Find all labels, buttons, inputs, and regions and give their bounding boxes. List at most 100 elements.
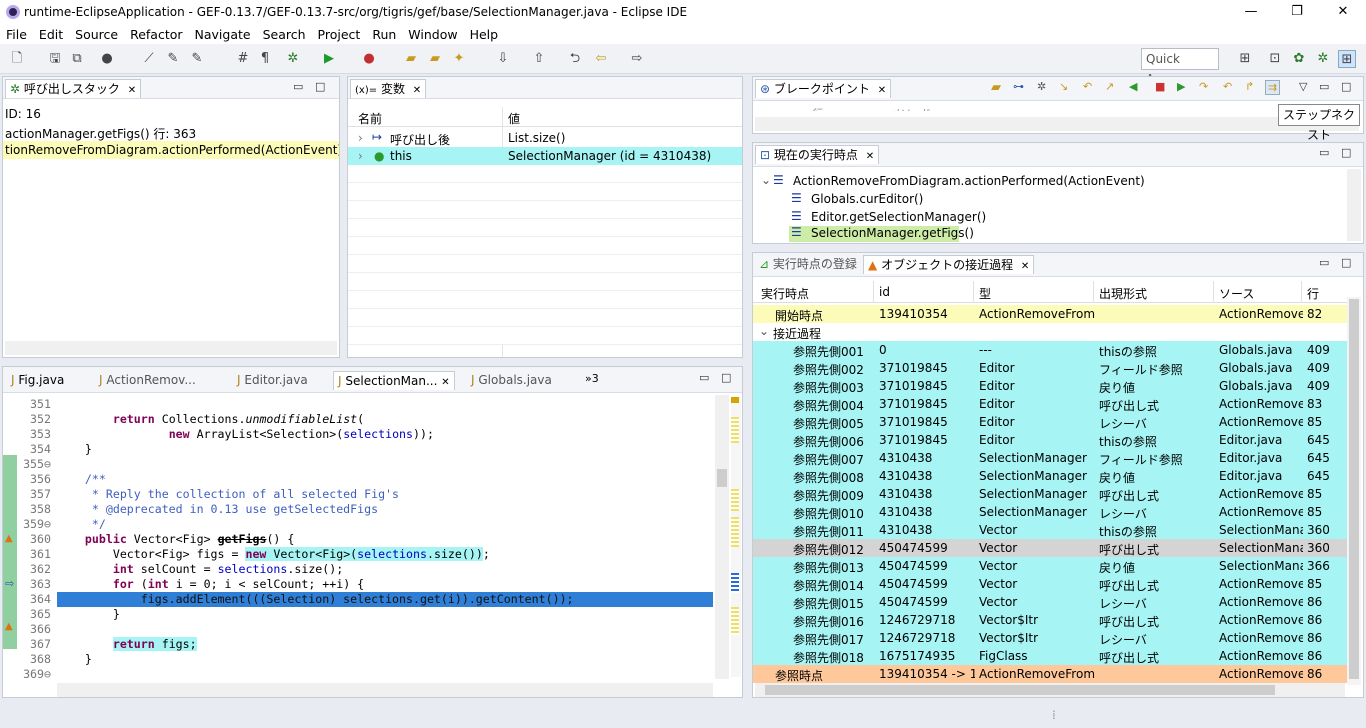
tab-breakpoints[interactable]: ⊛ ブレークポイント ✕ xyxy=(755,79,892,98)
menu-source[interactable]: Source xyxy=(69,27,124,42)
close-icon[interactable]: ✕ xyxy=(128,85,136,96)
column-header-line[interactable]: 行 xyxy=(813,105,823,111)
menu-refactor[interactable]: Refactor xyxy=(124,27,188,42)
forward-icon[interactable]: ⇨ xyxy=(628,50,646,68)
chevron-down-icon[interactable]: ⌄ xyxy=(759,324,769,338)
menu-edit[interactable]: Edit xyxy=(33,27,69,42)
menu-navigate[interactable]: Navigate xyxy=(189,27,257,42)
external-tools-icon[interactable]: ● xyxy=(360,50,378,68)
table-row[interactable]: 参照先側0114310438Vectorthisの参照SelectionMana… xyxy=(753,521,1349,539)
view-menu-icon[interactable]: ▽ xyxy=(1299,80,1307,93)
tree-item-selected[interactable]: ☰ SelectionManager.getFigs() xyxy=(789,225,974,242)
table-row[interactable]: 参照先側012450474599Vector呼び出し式SelectionMana… xyxy=(753,539,1349,557)
column-header[interactable]: ソース xyxy=(1219,285,1303,302)
open-folder-icon[interactable]: ▰ xyxy=(991,80,1001,95)
menu-window[interactable]: Window xyxy=(402,27,463,42)
tab-overflow[interactable]: »3 xyxy=(581,369,603,388)
chevron-right-icon[interactable]: › xyxy=(358,149,363,163)
column-header[interactable]: id xyxy=(879,285,975,299)
debug-icon[interactable]: ✲ xyxy=(284,50,302,68)
table-row[interactable]: 参照先側018 1675174935 FigClass 呼び出し式 ActionRemo… xyxy=(753,647,1349,665)
chevron-right-icon[interactable]: › xyxy=(358,131,363,145)
maximize-icon[interactable]: □ xyxy=(1341,256,1351,269)
column-header[interactable]: 行 xyxy=(1307,285,1347,302)
horizontal-scrollbar[interactable] xyxy=(5,341,337,355)
table-row[interactable]: 参照先側003 371019845 Editor 戻り値 Globals.java 409 xyxy=(753,377,1349,395)
minimize-icon[interactable]: ▭ xyxy=(699,371,709,384)
debug-perspective-icon[interactable]: ✲ xyxy=(1314,50,1332,68)
step-next-icon[interactable]: ⇉ xyxy=(1265,80,1281,95)
minimize-button[interactable]: — xyxy=(1228,0,1274,24)
maximize-icon[interactable]: □ xyxy=(315,80,325,93)
table-row[interactable]: › ● this SelectionManager (id = 4310438) xyxy=(348,147,742,165)
new-icon[interactable]: 🗋 xyxy=(8,50,26,68)
table-row[interactable]: 参照先側013450474599Vector戻り値SelectionMana..… xyxy=(753,557,1349,575)
horizontal-scrollbar[interactable] xyxy=(755,117,1359,131)
menu-project[interactable]: Project xyxy=(312,27,367,42)
close-button[interactable]: ✕ xyxy=(1320,0,1366,24)
trace-group-row[interactable]: ⌄ 接近過程 xyxy=(753,323,1349,341)
table-row[interactable]: 参照先側001 0 --- thisの参照 Globals.java 409 xyxy=(753,341,1349,359)
debug-user-icon[interactable]: ● xyxy=(98,50,116,68)
code-area[interactable]: return Collections.unmodifiableList( new… xyxy=(57,397,713,683)
vertical-scrollbar[interactable] xyxy=(715,395,729,679)
minimize-icon[interactable]: ▭ xyxy=(1319,80,1329,93)
table-row[interactable]: 参照先側008 4310438 SelectionManager 戻り値 Editor.… xyxy=(753,467,1349,485)
close-icon[interactable]: ✕ xyxy=(866,151,874,162)
drop-to-frame-icon[interactable]: ↱ xyxy=(1245,80,1254,93)
restore-button[interactable]: ❐ xyxy=(1274,0,1320,24)
table-row[interactable]: 参照先側016 1246729718 Vector$Itr 呼び出し式 ActionRe… xyxy=(753,611,1349,629)
tab-current-execution[interactable]: ⊡ 現在の実行時点 ✕ xyxy=(755,145,880,164)
prev-annotation-icon[interactable]: ⇧ xyxy=(530,50,548,68)
tab-selection-manager[interactable]: J SelectionMan... ✕ xyxy=(333,371,455,390)
table-row[interactable]: 参照先側005371019845EditorレシーバActionRemoveF.… xyxy=(753,413,1349,431)
minimize-icon[interactable]: ▭ xyxy=(1319,256,1329,269)
tab-call-stack[interactable]: ✲ 呼び出しスタック ✕ xyxy=(5,79,142,98)
resource-perspective-icon[interactable]: ⊡ xyxy=(1266,50,1284,68)
column-header-method[interactable]: メソッド xyxy=(891,105,931,111)
table-row[interactable]: 参照先側017 1246729718 Vector$Itr レシーバ ActionRem… xyxy=(753,629,1349,647)
maximize-icon[interactable]: □ xyxy=(721,371,731,384)
menu-file[interactable]: File xyxy=(0,27,33,42)
menu-help[interactable]: Help xyxy=(464,27,505,42)
minimize-icon[interactable]: ▭ xyxy=(293,80,303,93)
table-row[interactable]: 参照先側002 371019845 Editor フィールド参照 Globals.jav… xyxy=(753,359,1349,377)
tab-action-remove[interactable]: J ActionRemov... xyxy=(95,371,200,390)
tree-item[interactable]: ☰ Editor.getSelectionManager() xyxy=(791,209,1091,227)
open-perspective-icon[interactable]: ⊞ xyxy=(1236,50,1254,68)
close-icon[interactable]: ✕ xyxy=(1021,261,1029,272)
trace-start-row[interactable]: 開始時点 139410354 ActionRemoveFrom... ActionRe… xyxy=(753,305,1349,323)
column-header[interactable]: 実行時点 xyxy=(761,285,871,302)
connect-icon[interactable]: ⊶ xyxy=(1013,80,1024,93)
vertical-scrollbar[interactable] xyxy=(1347,297,1361,685)
resume-icon[interactable]: ▶ xyxy=(1177,80,1185,93)
maximize-icon[interactable]: □ xyxy=(1341,80,1351,93)
table-row[interactable]: 参照先側009 4310438 SelectionManager 呼び出し式 Actio… xyxy=(753,485,1349,503)
column-header-name[interactable]: 名前 xyxy=(358,110,382,127)
table-row[interactable]: 参照先側006 371019845 Editor thisの参照 Editor.java… xyxy=(753,431,1349,449)
column-header-value[interactable]: 値 xyxy=(508,110,520,127)
open-folder-icon[interactable]: ▰ xyxy=(426,50,444,68)
java-perspective-icon[interactable]: ✿ xyxy=(1290,50,1308,68)
column-header[interactable]: 型 xyxy=(979,285,1095,302)
search-torch-icon[interactable]: ✦ xyxy=(450,50,468,68)
maximize-icon[interactable]: □ xyxy=(1341,146,1351,159)
save-icon[interactable]: 🖫 xyxy=(46,50,64,68)
step-over-back-icon[interactable]: ↶ xyxy=(1223,80,1232,93)
save-all-icon[interactable]: ⧉ xyxy=(68,50,86,68)
chevron-down-icon[interactable]: ⌄ xyxy=(761,173,771,187)
terminate-icon[interactable]: ■ xyxy=(1155,80,1165,93)
horizontal-scrollbar[interactable] xyxy=(57,683,713,697)
paragraph-icon[interactable]: ¶ xyxy=(256,50,274,68)
menu-search[interactable]: Search xyxy=(257,27,312,42)
column-header[interactable]: 出現形式 xyxy=(1099,285,1215,302)
trace-perspective-icon[interactable]: ⊞ xyxy=(1338,50,1356,68)
list-item[interactable]: actionManager.getFigs() 行: 363 xyxy=(5,125,196,142)
table-row[interactable]: 参照先側010 4310438 SelectionManager レシーバ Action… xyxy=(753,503,1349,521)
table-row[interactable]: › ↦ 呼び出し後 List.size() xyxy=(348,129,742,147)
pin-icon[interactable]: ✎ xyxy=(164,50,182,68)
tree-item[interactable]: ⌄ ☰ ActionRemoveFromDiagram.actionPerfor… xyxy=(761,173,1145,191)
back-icon[interactable]: ⇦ xyxy=(592,50,610,68)
hash-icon[interactable]: # xyxy=(234,50,252,68)
tab-object-approach[interactable]: ▲ オブジェクトの接近過程 ✕ xyxy=(863,255,1035,274)
